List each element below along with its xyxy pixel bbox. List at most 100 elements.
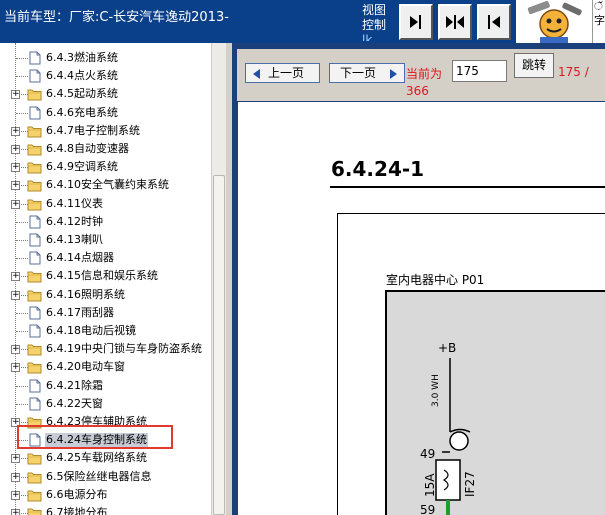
tree-item-label: 6.4.6充电系统 (46, 105, 118, 119)
next-page-label: 下一页 (340, 66, 377, 80)
tree-item[interactable]: +6.4.11仪表 (0, 195, 212, 213)
tree-item[interactable]: +6.4.25车载网络系统 (0, 449, 212, 467)
tree-item-label: 6.4.7电子控制系统 (46, 123, 140, 137)
header-edge-text: ੱ 字 (592, 0, 605, 43)
fuse-body (435, 459, 461, 501)
tree-item[interactable]: 6.4.12时钟 (0, 213, 212, 231)
tree-item[interactable]: +6.4.16照明系统 (0, 286, 212, 304)
tree-item[interactable]: +6.4.5起动系统 (0, 85, 212, 103)
expand-icon[interactable]: + (11, 181, 20, 191)
folder-icon (27, 290, 42, 302)
tree-item-label: 6.4.17雨刮器 (46, 305, 114, 319)
tree-scrollbar[interactable] (211, 43, 226, 515)
tree-item-label: 6.4.20电动车窗 (46, 360, 125, 374)
expand-icon[interactable]: + (11, 126, 20, 136)
tree-item-label: 6.4.18电动后视镜 (46, 324, 136, 337)
tree-item-label: 6.4.13喇叭 (46, 233, 103, 246)
tree-item-label: 6.4.15信息和娱乐系统 (46, 269, 158, 283)
expand-icon[interactable]: + (11, 345, 20, 355)
fuse-rating: 15A (423, 473, 437, 497)
page-total-line1: 175 / (558, 65, 589, 79)
tree-item[interactable]: 6.4.17雨刮器 (0, 304, 212, 322)
wire-label: 3.0 WH (431, 374, 441, 407)
document-icon (29, 215, 41, 229)
tree-item[interactable]: +6.4.7电子控制系统 (0, 122, 212, 140)
top-toolbar: 当前车型：厂家:C-长安汽车逸动2013- 视图 控制 lk ੱ 字 (0, 0, 605, 43)
expand-icon[interactable]: + (11, 490, 20, 500)
tree-item-label: 6.4.14点烟器 (46, 251, 114, 265)
tree-item[interactable]: +6.4.20电动车窗 (0, 358, 212, 376)
tree-item[interactable]: 6.4.22天窗 (0, 395, 212, 413)
view-collapse-left-button[interactable] (477, 4, 511, 40)
expand-icon[interactable]: + (11, 454, 20, 464)
document-icon (29, 397, 41, 411)
arrow-right-icon (390, 69, 397, 79)
document-icon (29, 324, 41, 338)
tree-item-label: 6.6电源分布 (46, 487, 108, 501)
tree-item[interactable]: +6.4.8自动变速器 (0, 140, 212, 158)
expand-icon[interactable]: + (11, 290, 20, 300)
wiring-diagram-page: 6.4.24-1 室内电器中心 P01 +B 3.0 WH 49 15A IF2… (238, 102, 605, 515)
expand-icon[interactable]: + (11, 145, 20, 154)
pin-bottom-label: 59 (420, 503, 435, 515)
fuse-circuit-diagram: +B 3.0 WH 49 15A IF27 59 (420, 341, 477, 515)
tree-item[interactable]: +6.4.19中央门锁与车身防盗系统 (0, 340, 212, 358)
tree-item[interactable]: 6.4.14点烟器 (0, 249, 212, 267)
tree-item[interactable]: 6.4.3燃油系统 (0, 49, 212, 67)
expand-icon[interactable]: + (11, 90, 20, 100)
tree-item[interactable]: 6.4.6充电系统 (0, 104, 212, 122)
expand-icon[interactable]: + (11, 272, 20, 282)
tree-item[interactable]: 6.4.18电动后视镜 (0, 322, 212, 340)
view-split-button[interactable] (438, 4, 472, 40)
folder-icon (27, 126, 42, 138)
current-page-label: 当前为 (406, 67, 443, 81)
document-pane: 上一页 下一页 当前为 跳转 175 / 366 6.4.24-1 室内电器中心… (232, 43, 605, 515)
header-edge-text-2: 字 (594, 14, 605, 27)
expand-icon[interactable]: + (11, 163, 20, 173)
tree-item[interactable]: 6.4.13喇叭 (0, 231, 212, 249)
folder-icon (27, 180, 42, 192)
arrow-left-bar-icon (488, 15, 500, 29)
tree-scrollbar-thumb[interactable] (213, 175, 225, 515)
tree-item[interactable]: +6.5保险丝继电器信息 (0, 468, 212, 486)
page-total-line2: 366 (406, 84, 429, 98)
next-page-button[interactable]: 下一页 (329, 63, 405, 83)
folder-icon (27, 362, 42, 374)
expand-icon[interactable]: + (11, 472, 20, 482)
mascot-logo (516, 0, 592, 43)
tree-item[interactable]: +6.7接地分布 (0, 504, 212, 515)
tree-item-label: 6.4.9空调系统 (46, 160, 118, 174)
expand-icon[interactable]: + (11, 199, 20, 209)
folder-icon (27, 199, 42, 211)
view-collapse-right-button[interactable] (399, 4, 433, 40)
document-icon (29, 106, 41, 120)
tree-item[interactable]: 6.4.21除霜 (0, 377, 212, 395)
expand-icon[interactable]: + (11, 509, 20, 515)
folder-icon (27, 344, 42, 356)
page-number-input[interactable] (452, 60, 507, 82)
document-icon (29, 51, 41, 65)
previous-page-label: 上一页 (268, 66, 305, 80)
tree-item-label: 6.4.22天窗 (46, 396, 103, 410)
tree-item[interactable]: +6.4.10安全气囊约束系统 (0, 176, 212, 194)
jump-button[interactable]: 跳转 (514, 53, 554, 78)
previous-page-button[interactable]: 上一页 (245, 63, 320, 83)
tree-item[interactable]: 6.4.4点火系统 (0, 67, 212, 85)
tree-item[interactable]: +6.4.9空调系统 (0, 158, 212, 176)
tree-item-label: 6.4.8自动变速器 (46, 142, 129, 155)
selected-item-highlight (17, 425, 173, 449)
tree-item[interactable]: +6.6电源分布 (0, 486, 212, 504)
current-vehicle-title: 当前车型：厂家:C-长安汽车逸动2013- (4, 10, 229, 25)
tree-item[interactable]: +6.4.15信息和娱乐系统 (0, 267, 212, 285)
fuse-id: IF27 (463, 471, 477, 497)
document-icon (29, 251, 41, 265)
folder-icon (27, 144, 42, 156)
folder-icon (27, 472, 42, 484)
folder-icon (27, 490, 42, 502)
tree-item-label: 6.4.10安全气囊约束系统 (46, 178, 169, 192)
expand-icon[interactable]: + (11, 363, 20, 373)
document-icon (29, 69, 41, 83)
folder-icon (27, 508, 42, 515)
tree-item-label: 6.4.3燃油系统 (46, 51, 118, 64)
tree-item-label: 6.4.25车载网络系统 (46, 451, 147, 465)
